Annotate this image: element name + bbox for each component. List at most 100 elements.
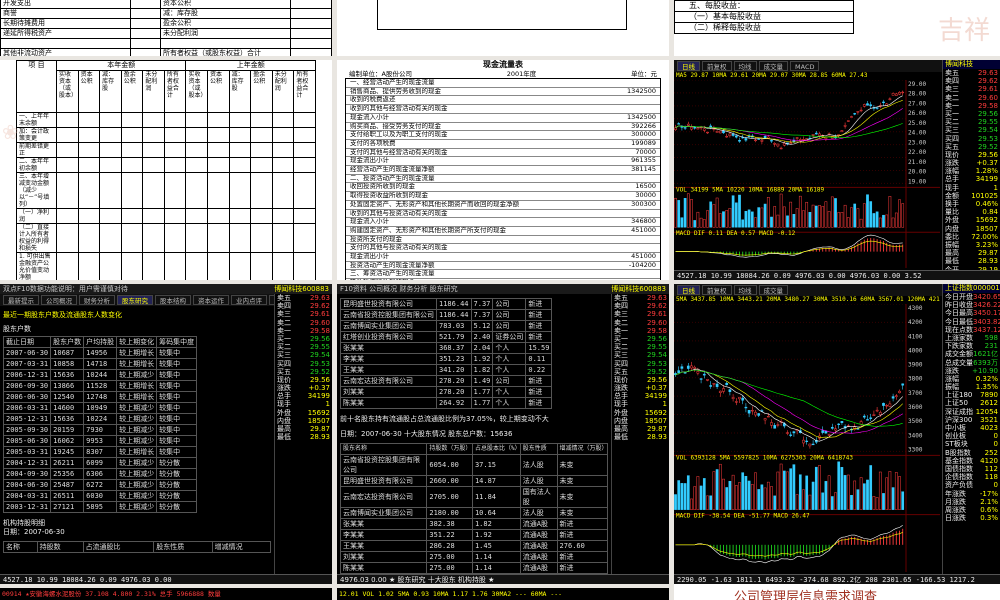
top10-summary: 前十名股东持有流通股占总流通股比例为37.05%，较上期变动不大 (340, 415, 549, 423)
top10-cell: 新进 (525, 397, 553, 409)
tab-item[interactable]: 股本结构 (155, 295, 191, 305)
top10b-cell: 流通A股 (519, 529, 558, 541)
quote-value: 3521 (980, 415, 998, 424)
equity-cell (207, 172, 230, 209)
candle-body (821, 430, 825, 433)
equity-cell (120, 223, 144, 253)
quote-label: 买三 (945, 126, 959, 135)
tab-item[interactable]: 前复权 (702, 285, 732, 295)
tab-item[interactable]: 最新提示 (3, 295, 39, 305)
equity-cell (56, 142, 79, 158)
top10b-cell: 14.87 (471, 475, 521, 487)
dea-line (675, 240, 903, 256)
balance-right-cell: 资本公积 (160, 0, 291, 9)
volume-bar (683, 483, 687, 510)
equity-cell (207, 157, 230, 173)
candle-body (786, 432, 789, 434)
volume-bar (885, 214, 889, 228)
tab-item[interactable]: 资本运作 (193, 295, 229, 305)
sh-cell: 14718 (83, 358, 118, 370)
equity-cell (120, 142, 144, 158)
sh-cell: 19245 (50, 446, 85, 458)
eps-line-basic: （一）基本每股收益 (675, 12, 853, 23)
top10-row: 李某某 351.23 1.92 个人 0.11 (340, 353, 553, 365)
equity-row: 1. 可供出售金融资产公允价值变动净额 (16, 252, 316, 280)
top10b-cell: 11.84 (471, 486, 521, 508)
sh-cell: 2005-06-30 (2, 435, 52, 447)
quote-value: 29.56 (646, 334, 667, 343)
top10b-header: 股东性质 (519, 443, 558, 455)
quote-row: 今日最低 3403.82 (943, 318, 1000, 326)
top10b-cell: 37.15 (471, 454, 521, 476)
tab-item[interactable]: 均线 (733, 61, 757, 71)
quote-value: 0.84 (982, 208, 998, 217)
tab-item[interactable]: 日线 (677, 285, 700, 295)
candle-body (869, 417, 873, 419)
balance-left-value (130, 38, 161, 49)
quote-label: 最低 (277, 433, 291, 442)
volume-bar (875, 497, 879, 510)
top10b-cell: 王某某 (339, 540, 428, 552)
sh-cell: 7930 (83, 424, 118, 436)
volume-bar (690, 199, 693, 228)
top10b-cell: 流通A股 (519, 551, 558, 563)
equity-cell (77, 127, 101, 143)
bottom-terminal-mid: 12.01 VOL 1.02 5MA 0.93 10MA 1.17 1.76 3… (337, 588, 669, 600)
candle-body (882, 402, 885, 406)
candle-body (718, 130, 722, 134)
tab-item[interactable]: 成交量 (758, 285, 788, 295)
equity-cell (293, 172, 316, 209)
volume-bar (747, 209, 751, 228)
index-kline-chart[interactable]: 4300 4200 4100 4000 3900 3800 3700 3600 3500 3400… (674, 304, 940, 572)
equity-row-label: （二）直接计入所有者权益的利得和损失 (16, 223, 57, 253)
top10b-cell: 李某某 (339, 529, 428, 541)
sh-cell: 较上期减少 (116, 490, 158, 502)
equity-cell (163, 142, 187, 158)
tab-item[interactable]: 前复权 (702, 61, 732, 71)
cashflow-row: 现金流入小计 1342500 (346, 114, 660, 123)
quote-value: 29.63 (977, 69, 998, 77)
tab-item[interactable]: MACD (790, 61, 820, 71)
candle-body (734, 135, 738, 138)
equity-cell (142, 223, 165, 253)
volume-bar (894, 472, 898, 510)
kline-chart[interactable]: 29.00 28.00 27.00 26.00 25.00 24.00 23.00 22.00… (674, 80, 940, 268)
tab-item[interactable]: 财务分析 (79, 295, 115, 305)
quote-row: 最低 28.93 (943, 257, 1000, 265)
candle-body (859, 109, 863, 112)
top10-cell: 1186.44 (436, 298, 472, 310)
equity-cell (250, 172, 273, 209)
quote-row: 资产负债 0 (943, 481, 1000, 489)
equity-row-label: （一）净利润 (16, 208, 57, 224)
sh-cell: 2006-09-30 (2, 380, 52, 392)
ma-line (675, 95, 903, 145)
balance-left-value (130, 18, 161, 29)
equity-cell (120, 252, 144, 280)
quote-value: 29.55 (309, 343, 330, 352)
cashflow-row: 支付的其他与投资活动有关的现金 (346, 244, 660, 254)
tab-item[interactable]: 公司概况 (41, 295, 77, 305)
quote-value: 29.87 (646, 425, 667, 433)
top10b-header: 占总股本比（%） (471, 443, 521, 455)
volume-bar (792, 464, 796, 510)
top10-cell: 264.92 (436, 397, 472, 409)
cashflow-item: 购建固定资产、无形资产和其他长期资产所支付的现金 (350, 226, 506, 234)
quote-label: 卖二 (277, 318, 291, 327)
tab-item[interactable]: 日线 (677, 61, 700, 71)
candle-body (766, 416, 770, 418)
tab-item[interactable]: 均线 (733, 285, 757, 295)
volume-bar (866, 479, 869, 510)
tab-item[interactable]: 成交量 (758, 61, 788, 71)
top10b-header-row: 股东名称 持股数（万股） 占总股本比（%） 股东性质 增减情况（万股） (339, 443, 609, 455)
volume-bar (866, 194, 869, 228)
top10b-cell: 云南宏达投资有限公司 (339, 486, 428, 508)
tab-item[interactable]: 业内点评 (231, 295, 267, 305)
volume-bar (862, 203, 866, 228)
volume-bar (888, 196, 892, 228)
top10-cell: 新进 (525, 375, 553, 387)
quote-value: 29.63 (309, 294, 330, 302)
candle-body (856, 428, 860, 430)
tab-item[interactable]: 股东研究 (117, 295, 153, 305)
quote-row: 外盘 15692 (943, 216, 1000, 224)
top10-cell: 刘某某 (340, 386, 437, 398)
